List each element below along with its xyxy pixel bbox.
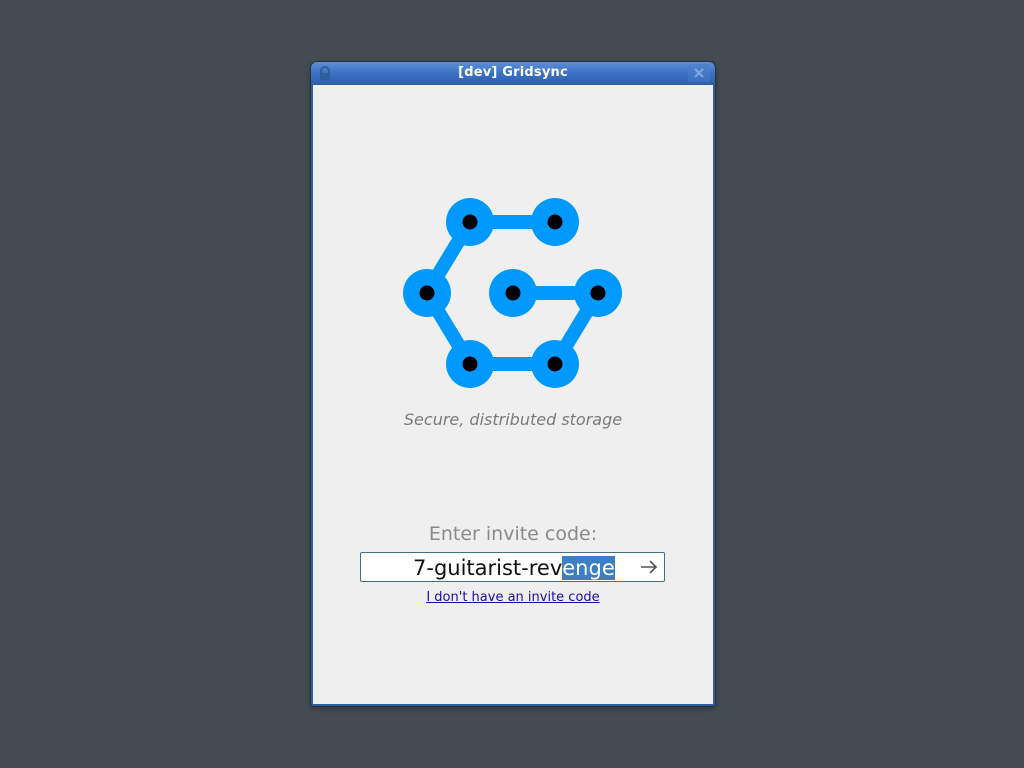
invite-code-input[interactable]: 7-guitarist-revenge [360,552,665,582]
close-button[interactable] [688,64,710,82]
tagline: Secure, distributed storage [403,410,623,429]
invite-code-value[interactable]: 7-guitarist-revenge [413,555,615,581]
gridsync-logo [403,198,622,388]
window-content: Secure, distributed storage Enter invite… [313,85,713,704]
invite-code-label: Enter invite code: [428,523,598,545]
invite-code-text: 7-guitarist-rev [413,556,563,580]
arrow-right-icon [641,560,658,574]
close-icon [694,68,704,78]
invite-code-selection: enge [562,556,615,580]
gridsync-window: [dev] Gridsync Secure, distributed stora… [311,62,715,706]
window-title: [dev] Gridsync [458,65,568,80]
no-invite-code-link[interactable]: I don't have an invite code [313,590,713,605]
window-titlebar[interactable]: [dev] Gridsync [311,62,715,84]
submit-button[interactable] [639,558,659,576]
